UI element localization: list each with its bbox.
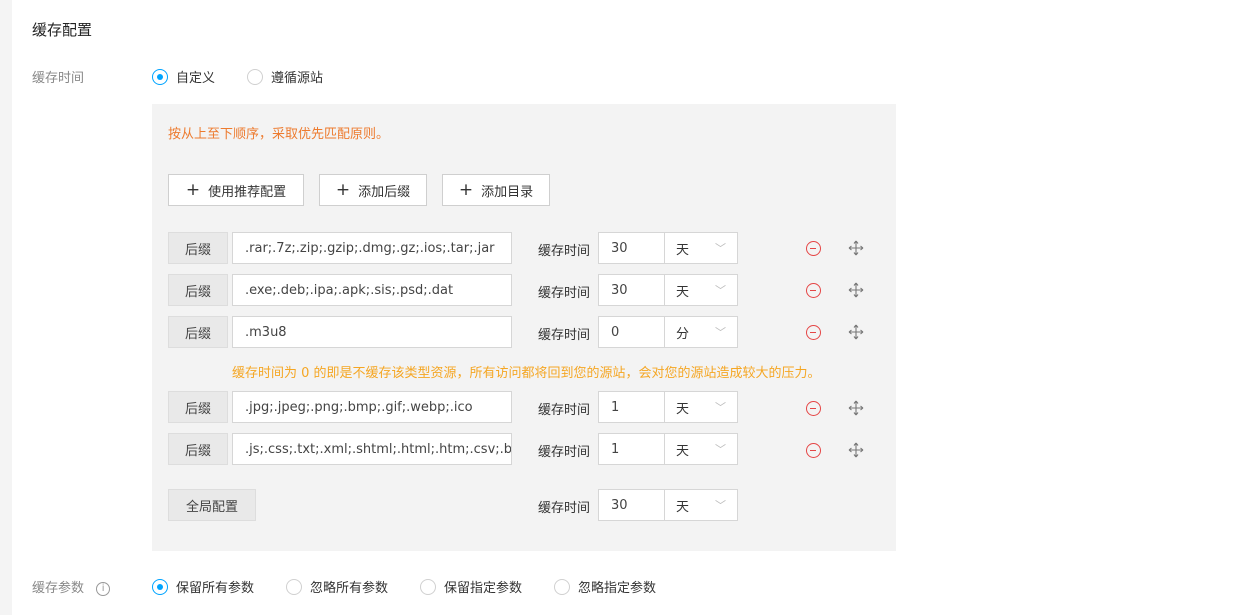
radio-checked-icon	[152, 68, 168, 85]
radio-label: 忽略指定参数	[578, 581, 657, 596]
cache-params-label-text: 缓存参数	[32, 581, 85, 596]
zero-cache-warning: 缓存时间为 0 的即是不缓存该类型资源，所有访问都将回到您的源站，会对您的源站造…	[232, 366, 821, 381]
add-suffix-button[interactable]: + 添加后缀	[319, 174, 427, 206]
radio-ignore-specified-params[interactable]: 忽略指定参数	[554, 577, 656, 596]
global-config-tag: 全局配置	[168, 489, 256, 521]
rule-suffix-input[interactable]: .rar;.7z;.zip;.gzip;.dmg;.gz;.ios;.tar;.…	[232, 232, 512, 264]
radio-label: 保留所有参数	[176, 581, 255, 596]
rule-type-tag: 后缀	[168, 433, 228, 465]
rule-time-label: 缓存时间	[538, 403, 591, 418]
radio-unchecked-icon	[247, 68, 264, 85]
rule-type-tag: 后缀	[168, 274, 228, 306]
radio-label: 忽略所有参数	[310, 581, 389, 596]
drag-move-icon[interactable]	[848, 282, 864, 298]
remove-rule-icon[interactable]	[806, 443, 821, 458]
radio-keep-all-params[interactable]: 保留所有参数	[152, 577, 254, 596]
rule-time-input[interactable]: 30	[598, 232, 665, 264]
rule-suffix-input[interactable]: .jpg;.jpeg;.png;.bmp;.gif;.webp;.ico	[232, 391, 512, 423]
radio-label: 自定义	[176, 71, 216, 86]
add-directory-button[interactable]: + 添加目录	[442, 174, 550, 206]
chevron-down-icon: ﹀	[715, 284, 726, 297]
unit-value: 分	[676, 326, 690, 342]
radio-keep-specified-params[interactable]: 保留指定参数	[420, 577, 522, 596]
use-recommended-button[interactable]: + 使用推荐配置	[168, 174, 304, 206]
chevron-down-icon: ﹀	[715, 499, 726, 512]
rule-unit-select[interactable]: 天 ﹀	[664, 274, 738, 306]
rule-unit-select[interactable]: 分 ﹀	[664, 316, 738, 348]
rule-time-input[interactable]: 30	[598, 274, 665, 306]
cache-params-radio-group: 保留所有参数 忽略所有参数 保留指定参数 忽略指定参数	[152, 577, 688, 596]
drag-move-icon[interactable]	[848, 240, 864, 256]
rule-time-label: 缓存时间	[538, 328, 591, 343]
cache-time-label: 缓存时间	[32, 71, 85, 86]
rule-type-tag: 后缀	[168, 391, 228, 423]
chevron-down-icon: ﹀	[715, 326, 726, 339]
global-time-label: 缓存时间	[538, 501, 591, 516]
radio-unchecked-icon	[420, 578, 437, 595]
radio-label: 保留指定参数	[444, 581, 523, 596]
plus-icon: +	[335, 179, 351, 200]
unit-value: 天	[676, 401, 690, 417]
rule-time-label: 缓存时间	[538, 244, 591, 259]
global-unit-select[interactable]: 天 ﹀	[664, 489, 738, 521]
rule-time-input[interactable]: 1	[598, 391, 665, 423]
cache-time-radio-group: 自定义 遵循源站	[152, 67, 355, 86]
rule-unit-select[interactable]: 天 ﹀	[664, 391, 738, 423]
radio-unchecked-icon	[554, 578, 571, 595]
chevron-down-icon: ﹀	[715, 242, 726, 255]
remove-rule-icon[interactable]	[806, 241, 821, 256]
rule-time-label: 缓存时间	[538, 286, 591, 301]
remove-rule-icon[interactable]	[806, 283, 821, 298]
radio-checked-icon	[152, 578, 168, 595]
info-icon[interactable]: i	[96, 581, 111, 596]
section-title: 缓存配置	[32, 21, 93, 39]
radio-unchecked-icon	[286, 578, 303, 595]
rule-time-label: 缓存时间	[538, 445, 591, 460]
drag-move-icon[interactable]	[848, 400, 864, 416]
radio-ignore-all-params[interactable]: 忽略所有参数	[286, 577, 388, 596]
rule-type-tag: 后缀	[168, 232, 228, 264]
button-label: 使用推荐配置	[208, 184, 287, 200]
global-time-input[interactable]: 30	[598, 489, 665, 521]
rule-suffix-input[interactable]: .m3u8	[232, 316, 512, 348]
radio-label: 遵循源站	[271, 71, 324, 86]
plus-icon: +	[185, 179, 201, 200]
chevron-down-icon: ﹀	[715, 443, 726, 456]
priority-hint: 按从上至下顺序，采取优先匹配原则。	[168, 127, 390, 142]
plus-icon: +	[458, 179, 474, 200]
unit-value: 天	[676, 284, 690, 300]
radio-custom[interactable]: 自定义	[152, 67, 215, 86]
rule-time-input[interactable]: 0	[598, 316, 665, 348]
rule-suffix-input[interactable]: .exe;.deb;.ipa;.apk;.sis;.psd;.dat	[232, 274, 512, 306]
unit-value: 天	[676, 499, 690, 515]
rule-unit-select[interactable]: 天 ﹀	[664, 433, 738, 465]
rule-suffix-input[interactable]: .js;.css;.txt;.xml;.shtml;.html;.htm;.cs…	[232, 433, 512, 465]
drag-move-icon[interactable]	[848, 324, 864, 340]
unit-value: 天	[676, 443, 690, 459]
rule-time-input[interactable]: 1	[598, 433, 665, 465]
rule-type-tag: 后缀	[168, 316, 228, 348]
cache-params-label: 缓存参数 i	[32, 577, 111, 596]
remove-rule-icon[interactable]	[806, 325, 821, 340]
button-label: 添加目录	[481, 184, 534, 200]
drag-move-icon[interactable]	[848, 442, 864, 458]
rule-unit-select[interactable]: 天 ﹀	[664, 232, 738, 264]
radio-follow-origin[interactable]: 遵循源站	[247, 67, 323, 86]
remove-rule-icon[interactable]	[806, 401, 821, 416]
button-label: 添加后缀	[358, 184, 411, 200]
unit-value: 天	[676, 242, 690, 258]
chevron-down-icon: ﹀	[715, 401, 726, 414]
cache-rules-panel: 按从上至下顺序，采取优先匹配原则。 + 使用推荐配置 + 添加后缀 + 添加目录…	[152, 104, 896, 551]
cache-config-card: 缓存配置 缓存时间 自定义 遵循源站 按从上至下顺序，采取优先匹配原则。 + 使…	[12, 0, 1237, 615]
